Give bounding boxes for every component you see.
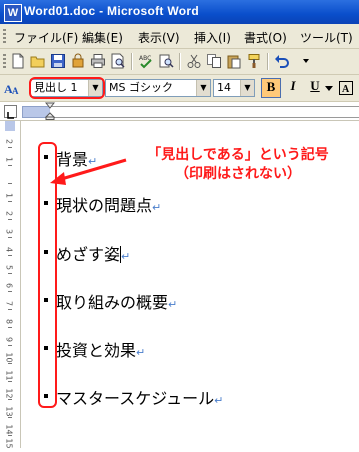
- ruler-tick: [8, 201, 12, 202]
- indent-marker-icon[interactable]: [45, 102, 55, 120]
- ruler-tick: [8, 327, 12, 328]
- ruler-tick: [8, 399, 12, 400]
- chevron-down-icon[interactable]: ▼: [240, 80, 254, 96]
- permission-icon[interactable]: [70, 53, 86, 69]
- heading-paragraph[interactable]: マスタースケジュール↵: [56, 385, 223, 409]
- window-title: Word01.doc - Microsoft Word: [24, 4, 199, 18]
- bold-button[interactable]: B: [261, 78, 281, 98]
- ruler-tick: [8, 237, 12, 238]
- paragraph-mark-icon: ↵: [168, 298, 178, 311]
- heading-text: 取り組みの概要: [56, 293, 169, 312]
- chevron-down-icon[interactable]: ▼: [196, 80, 210, 96]
- tab-selector-icon[interactable]: [4, 105, 17, 119]
- ruler-tick: [8, 291, 12, 292]
- annotation-arrow-icon: [50, 158, 127, 185]
- standard-toolbar: ABC: [0, 49, 359, 75]
- svg-text:A: A: [342, 84, 350, 95]
- menu-edit[interactable]: 編集(E): [82, 29, 123, 46]
- vertical-ruler[interactable]: 2 1 1 2 3 4 5 6 7 8 9 10 11 12 13 14 15: [0, 121, 21, 449]
- toolbar-separator: [179, 53, 181, 70]
- undo-dropdown-icon[interactable]: [298, 53, 314, 69]
- ruler-tick: [8, 417, 12, 418]
- heading-paragraph[interactable]: 現状の問題点↵: [56, 192, 161, 216]
- ruler-tick: [8, 273, 12, 274]
- menu-tools[interactable]: ツール(T): [300, 29, 353, 46]
- word-app-icon[interactable]: W: [4, 4, 22, 22]
- italic-button[interactable]: I: [283, 78, 303, 98]
- ruler-tick: [8, 183, 12, 184]
- font-combo[interactable]: MS ゴシック ▼: [105, 79, 211, 97]
- ruler-tick: [8, 165, 12, 166]
- style-highlight-box: [29, 77, 105, 99]
- undo-icon[interactable]: [274, 53, 290, 69]
- character-border-icon[interactable]: A: [338, 80, 354, 96]
- heading-paragraph[interactable]: 取り組みの概要↵: [56, 289, 177, 313]
- print-preview-icon[interactable]: [110, 53, 126, 69]
- ruler-tick: [8, 255, 12, 256]
- font-value: MS ゴシック: [109, 81, 173, 94]
- copy-icon[interactable]: [206, 53, 222, 69]
- menu-insert[interactable]: 挿入(I): [194, 29, 231, 46]
- ruler-text-area: [50, 106, 359, 118]
- annotation-line-1: 「見出しである」という記号: [147, 147, 329, 163]
- underline-button[interactable]: U: [305, 78, 325, 98]
- heading-text: めざす姿: [56, 245, 121, 264]
- paragraph-mark-icon: ↵: [136, 346, 146, 359]
- save-icon[interactable]: [50, 53, 66, 69]
- font-size-value: 14: [217, 81, 231, 94]
- open-folder-icon[interactable]: [30, 53, 46, 69]
- toolbar-grip[interactable]: [3, 54, 6, 69]
- annotation-line-2: （印刷はされない）: [175, 166, 301, 182]
- ruler-tick: [8, 147, 12, 148]
- ruler-tick: [8, 345, 12, 346]
- spelling-check-icon[interactable]: ABC: [138, 53, 154, 69]
- menu-bar: ファイル(F) 編集(E) 表示(V) 挿入(I) 書式(O) ツール(T): [0, 24, 359, 49]
- ruler-tick: [8, 309, 12, 310]
- horizontal-ruler[interactable]: [0, 102, 359, 121]
- paragraph-mark-icon: ↵: [152, 201, 162, 214]
- heading-text: マスタースケジュール: [56, 389, 215, 408]
- menu-format[interactable]: 書式(O): [244, 29, 287, 46]
- paragraph-mark-icon: ↵: [121, 250, 131, 263]
- font-size-combo[interactable]: 14 ▼: [213, 79, 255, 97]
- ruler-tick: [8, 219, 12, 220]
- top-margin-area: [5, 121, 15, 131]
- toolbar-separator: [267, 53, 269, 70]
- cut-icon[interactable]: [186, 53, 202, 69]
- menu-file[interactable]: ファイル(F): [14, 29, 78, 46]
- paste-icon[interactable]: [226, 53, 242, 69]
- svg-text:A: A: [12, 86, 19, 96]
- heading-paragraph[interactable]: めざす姿↵: [56, 241, 130, 265]
- new-document-icon[interactable]: [10, 53, 26, 69]
- title-bar: W Word01.doc - Microsoft Word: [0, 0, 359, 24]
- menu-view[interactable]: 表示(V): [138, 29, 180, 46]
- toolbar-grip[interactable]: [3, 29, 6, 43]
- heading-text: 投資と効果: [56, 341, 137, 360]
- toolbar-separator: [131, 53, 133, 70]
- research-icon[interactable]: [158, 53, 174, 69]
- heading-text: 現状の問題点: [56, 196, 153, 215]
- ruler-number: 15: [4, 438, 14, 449]
- print-icon[interactable]: [90, 53, 106, 69]
- styles-and-formatting-icon[interactable]: AA: [4, 80, 20, 96]
- heading-paragraph[interactable]: 投資と効果↵: [56, 337, 145, 361]
- ruler-tick: [8, 363, 12, 364]
- underline-dropdown-icon[interactable]: [325, 84, 333, 92]
- ruler-tick: [8, 381, 12, 382]
- paragraph-mark-icon: ↵: [214, 394, 224, 407]
- format-painter-icon[interactable]: [246, 53, 262, 69]
